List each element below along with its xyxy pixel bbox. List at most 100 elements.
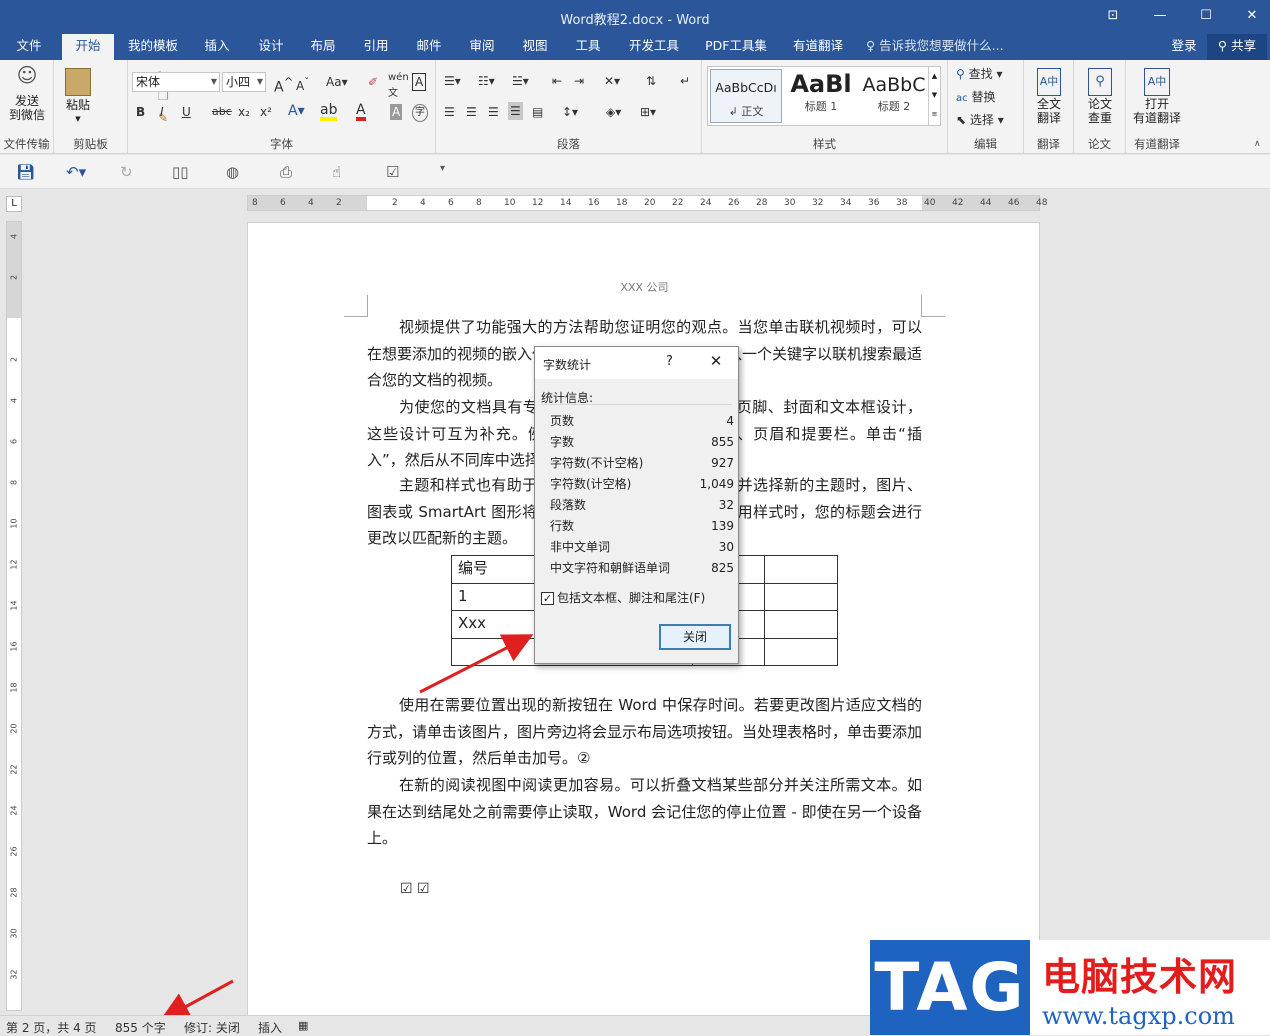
- change-case-icon[interactable]: Aa▾: [326, 74, 348, 90]
- open-youdao-button[interactable]: A中 打开 有道翻译: [1130, 68, 1184, 125]
- tab-stop-selector[interactable]: L: [6, 196, 22, 212]
- tell-me-box[interactable]: ♀ 告诉我您想要做什么...: [866, 34, 1016, 60]
- bold-button[interactable]: B: [136, 104, 145, 120]
- tab-home[interactable]: 开始: [62, 34, 114, 60]
- close-button[interactable]: 关闭: [659, 624, 731, 650]
- paper-check-button[interactable]: ⚲ 论文 查重: [1078, 68, 1122, 125]
- include-textboxes-checkbox[interactable]: ✓ 包括文本框、脚注和尾注(F): [541, 589, 705, 606]
- ruler-tick-label: 32: [812, 198, 824, 208]
- italic-button[interactable]: I: [160, 104, 164, 120]
- multilevel-list-icon[interactable]: ☱▾: [512, 73, 529, 89]
- tab-view[interactable]: 视图: [514, 34, 556, 60]
- decrease-indent-icon[interactable]: ⇤: [552, 73, 562, 89]
- increase-indent-icon[interactable]: ⇥: [574, 73, 584, 89]
- char-shading-icon[interactable]: A: [390, 104, 403, 120]
- tab-review[interactable]: 审阅: [461, 34, 503, 60]
- horizontal-ruler[interactable]: 8 6 4 2 2 4 6 8 10 12 14 16 18 20 22 24 26 28 30 32 34 36 38 40…: [247, 195, 1047, 211]
- clear-format-icon[interactable]: ✐: [368, 74, 378, 90]
- paste-button[interactable]: 粘贴 ▼: [60, 68, 96, 126]
- tab-layout[interactable]: 布局: [302, 34, 344, 60]
- undo-icon[interactable]: ↶▾: [66, 163, 86, 181]
- text-effects-icon[interactable]: A▾: [288, 103, 305, 119]
- ribbon-display-options-button[interactable]: ⊡: [1090, 0, 1136, 34]
- read-mode-icon[interactable]: ▯▯: [172, 163, 189, 181]
- tab-insert[interactable]: 插入: [196, 34, 238, 60]
- tab-youdao[interactable]: 有道翻译: [788, 34, 848, 60]
- numbering-icon[interactable]: ☷▾: [478, 73, 495, 89]
- replace-button[interactable]: ac 替换: [956, 89, 995, 107]
- track-changes-status[interactable]: 修订: 关闭: [184, 1019, 240, 1036]
- shrink-font-icon[interactable]: Aˇ: [296, 75, 309, 94]
- font-size-combo[interactable]: 小四 ▼: [222, 72, 266, 92]
- asian-layout-icon[interactable]: ✕▾: [604, 73, 620, 89]
- insert-mode-status[interactable]: 插入: [258, 1019, 282, 1036]
- superscript-button[interactable]: x²: [260, 104, 272, 120]
- tab-developer[interactable]: 开发工具: [624, 34, 684, 60]
- stat-row-words: 字数 855: [550, 432, 734, 453]
- close-icon[interactable]: ✕: [707, 352, 725, 370]
- vertical-ruler[interactable]: 4 2 2 4 6 8 10 12 14 16 18 20 22 24 26 28 30 32: [6, 221, 22, 1011]
- macro-record-icon[interactable]: ▦: [298, 1019, 308, 1032]
- close-window-button[interactable]: ✕: [1229, 0, 1270, 34]
- tab-my-templates[interactable]: 我的模板: [120, 34, 186, 60]
- redo-icon[interactable]: ↻: [120, 163, 133, 181]
- tab-design[interactable]: 设计: [250, 34, 292, 60]
- ruler-tick-label: 6: [9, 438, 19, 445]
- maximize-button[interactable]: ☐: [1183, 0, 1229, 34]
- tab-references[interactable]: 引用: [355, 34, 397, 60]
- style-heading1[interactable]: AaBl 标题 1: [785, 69, 857, 123]
- print-preview-icon[interactable]: ⎙: [280, 163, 292, 181]
- highlight-icon[interactable]: ab: [320, 103, 338, 121]
- send-to-wechat-button[interactable]: ☺ 发送 到微信: [4, 65, 50, 122]
- page-count-status[interactable]: 第 2 页，共 4 页: [6, 1019, 97, 1036]
- strikethrough-button[interactable]: abc: [212, 104, 232, 120]
- styles-scroll[interactable]: ▲ ▼ ≡: [928, 67, 940, 125]
- web-layout-icon[interactable]: ◍: [226, 163, 239, 181]
- share-button[interactable]: ⚲ 共享: [1207, 34, 1267, 60]
- justify-icon[interactable]: ☰: [508, 102, 523, 120]
- collapse-ribbon-icon[interactable]: ∧: [1254, 136, 1261, 152]
- style-heading2[interactable]: AaBbC 标题 2: [858, 69, 930, 123]
- align-center-icon[interactable]: ☰: [466, 104, 477, 120]
- ruler-tick-label: 36: [868, 198, 880, 208]
- shading-icon[interactable]: ◈▾: [606, 104, 621, 120]
- style-heading1-name: 标题 1: [804, 100, 838, 113]
- find-button[interactable]: ⚲ 查找 ▾: [956, 66, 1002, 82]
- save-icon[interactable]: 💾︎: [16, 163, 35, 181]
- phonetic-guide-icon[interactable]: wén 文: [388, 70, 409, 102]
- stat-value: 855: [711, 435, 734, 449]
- font-name-combo[interactable]: 宋体 ▼: [132, 72, 220, 92]
- align-left-icon[interactable]: ☰: [444, 104, 455, 120]
- signin-link[interactable]: 登录: [1164, 34, 1204, 60]
- touch-mode-icon[interactable]: ☝: [332, 163, 341, 181]
- align-right-icon[interactable]: ☰: [488, 104, 499, 120]
- distributed-icon[interactable]: ▤: [532, 104, 543, 120]
- grow-font-icon[interactable]: A^: [274, 74, 293, 96]
- customize-qat-icon[interactable]: ▾: [440, 163, 445, 174]
- ruler-tick-label: 28: [9, 887, 19, 898]
- help-icon[interactable]: ?: [666, 354, 673, 369]
- show-marks-icon[interactable]: ↵: [680, 73, 690, 89]
- sort-icon[interactable]: ⇅: [646, 73, 656, 89]
- watermark-logo: TAG: [870, 940, 1030, 1035]
- subscript-button[interactable]: x₂: [238, 104, 250, 120]
- bullets-icon[interactable]: ☰▾: [444, 73, 461, 89]
- tab-file[interactable]: 文件: [6, 34, 52, 60]
- char-border-icon[interactable]: A: [412, 73, 427, 91]
- minimize-button[interactable]: —: [1137, 0, 1183, 34]
- full-translate-button[interactable]: A中 全文 翻译: [1028, 68, 1070, 125]
- underline-button[interactable]: U: [182, 104, 191, 120]
- select-button[interactable]: ⬉ 选择 ▾: [956, 112, 1004, 128]
- tab-mailings[interactable]: 邮件: [408, 34, 450, 60]
- style-normal[interactable]: AaBbCcDı ↲ 正文: [710, 69, 782, 123]
- stat-label: 段落数: [550, 498, 587, 512]
- line-spacing-icon[interactable]: ↕▾: [562, 104, 578, 120]
- enclose-char-icon[interactable]: 字: [412, 104, 428, 122]
- group-file-transfer: ☺ 发送 到微信 文件传输: [0, 60, 54, 154]
- borders-icon[interactable]: ⊞▾: [640, 104, 656, 120]
- checkbox-form-icon[interactable]: ☑: [386, 163, 399, 181]
- tab-tools[interactable]: 工具: [567, 34, 609, 60]
- tab-pdf-tools[interactable]: PDF工具集: [700, 34, 772, 60]
- font-color-icon[interactable]: A: [356, 103, 366, 121]
- word-count-status[interactable]: 855 个字: [115, 1019, 166, 1036]
